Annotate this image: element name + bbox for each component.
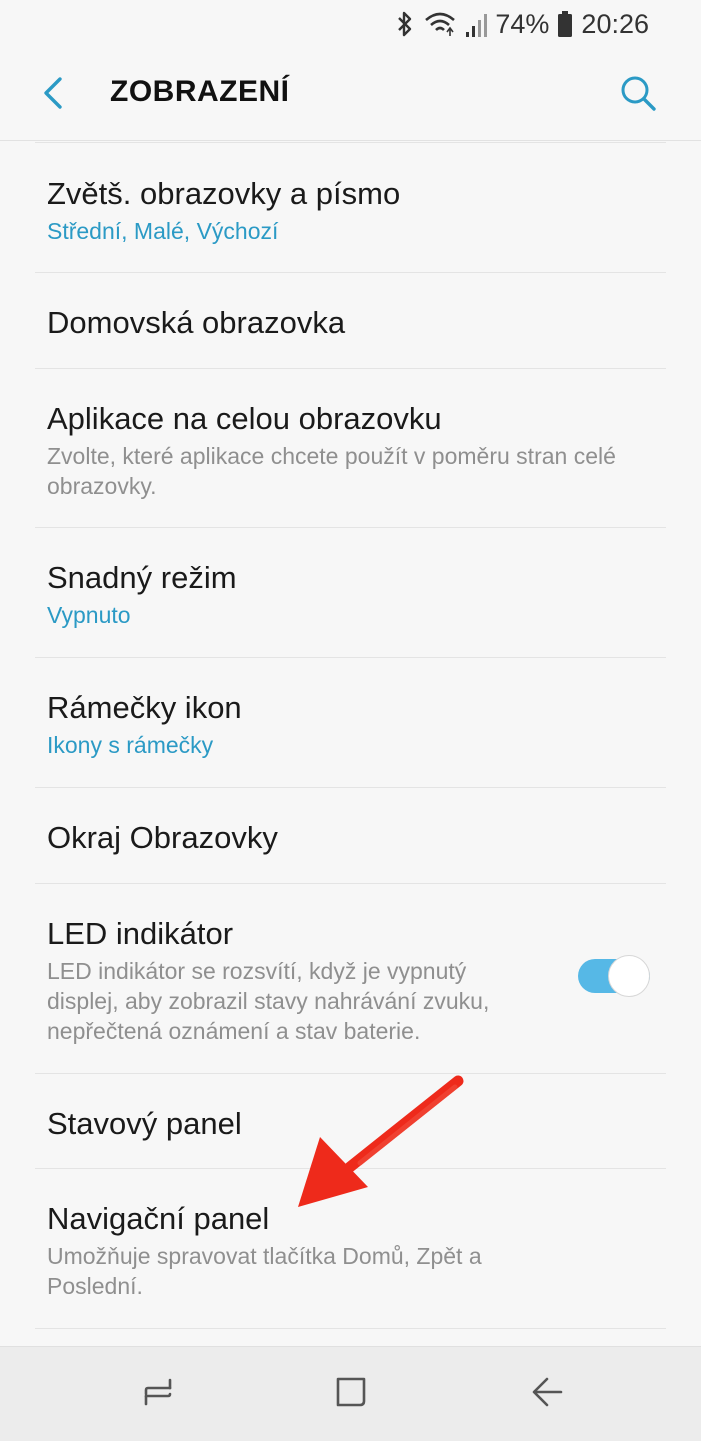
setting-title: LED indikátor	[47, 916, 234, 951]
setting-screen-zoom-and-font[interactable]: Zvětš. obrazovky a písmo Střední, Malé, …	[35, 142, 666, 273]
setting-edge-screen[interactable]: Okraj Obrazovky	[35, 788, 666, 884]
setting-title: Zvětš. obrazovky a písmo	[47, 176, 401, 211]
battery-percent: 74%	[495, 8, 550, 39]
recents-button[interactable]	[133, 1369, 183, 1419]
search-icon	[619, 74, 657, 117]
setting-title: Rámečky ikon	[47, 690, 242, 725]
bluetooth-icon	[395, 10, 415, 38]
signal-icon	[465, 10, 488, 38]
status-icons: 74% 20:26	[395, 7, 649, 41]
setting-description: Zvolte, které aplikace chcete použít v p…	[47, 443, 616, 499]
toggle-thumb	[608, 955, 650, 997]
setting-description: Umožňuje spravovat tlačítka Domů, Zpět a…	[47, 1243, 482, 1299]
chevron-left-icon	[40, 76, 66, 115]
setting-full-screen-apps[interactable]: Aplikace na celou obrazovku Zvolte, kter…	[35, 369, 666, 528]
setting-icon-frames[interactable]: Rámečky ikon Ikony s rámečky	[35, 658, 666, 788]
battery-icon	[557, 10, 573, 38]
page-title: ZOBRAZENÍ	[110, 75, 290, 108]
status-bar: 74% 20:26	[0, 0, 701, 48]
app-bar: ZOBRAZENÍ	[0, 48, 701, 141]
setting-led-indicator[interactable]: LED indikátor LED indikátor se rozsvítí,…	[35, 884, 666, 1074]
home-button[interactable]	[326, 1369, 376, 1419]
clock: 20:26	[581, 8, 649, 39]
home-icon	[333, 1374, 369, 1415]
system-navigation-bar	[0, 1346, 701, 1441]
annotation-arrow-icon	[290, 1075, 470, 1215]
setting-value: Vypnuto	[47, 602, 131, 628]
setting-title: Okraj Obrazovky	[47, 820, 278, 855]
led-indicator-toggle[interactable]	[578, 955, 650, 997]
setting-value: Ikony s rámečky	[47, 732, 214, 758]
setting-value: Střední, Malé, Výchozí	[47, 218, 279, 244]
setting-easy-mode[interactable]: Snadný režim Vypnuto	[35, 528, 666, 658]
setting-description: LED indikátor se rozsvítí, když je vypnu…	[47, 958, 490, 1044]
setting-title: Snadný režim	[47, 560, 237, 595]
setting-title: Domovská obrazovka	[47, 305, 346, 340]
search-button[interactable]	[613, 70, 663, 120]
setting-home-screen[interactable]: Domovská obrazovka	[35, 273, 666, 369]
back-button[interactable]	[28, 70, 78, 120]
wifi-icon	[423, 10, 457, 38]
back-nav-button[interactable]	[522, 1369, 572, 1419]
setting-title: Aplikace na celou obrazovku	[47, 401, 442, 436]
back-arrow-icon	[529, 1374, 565, 1415]
recents-icon	[140, 1374, 176, 1415]
